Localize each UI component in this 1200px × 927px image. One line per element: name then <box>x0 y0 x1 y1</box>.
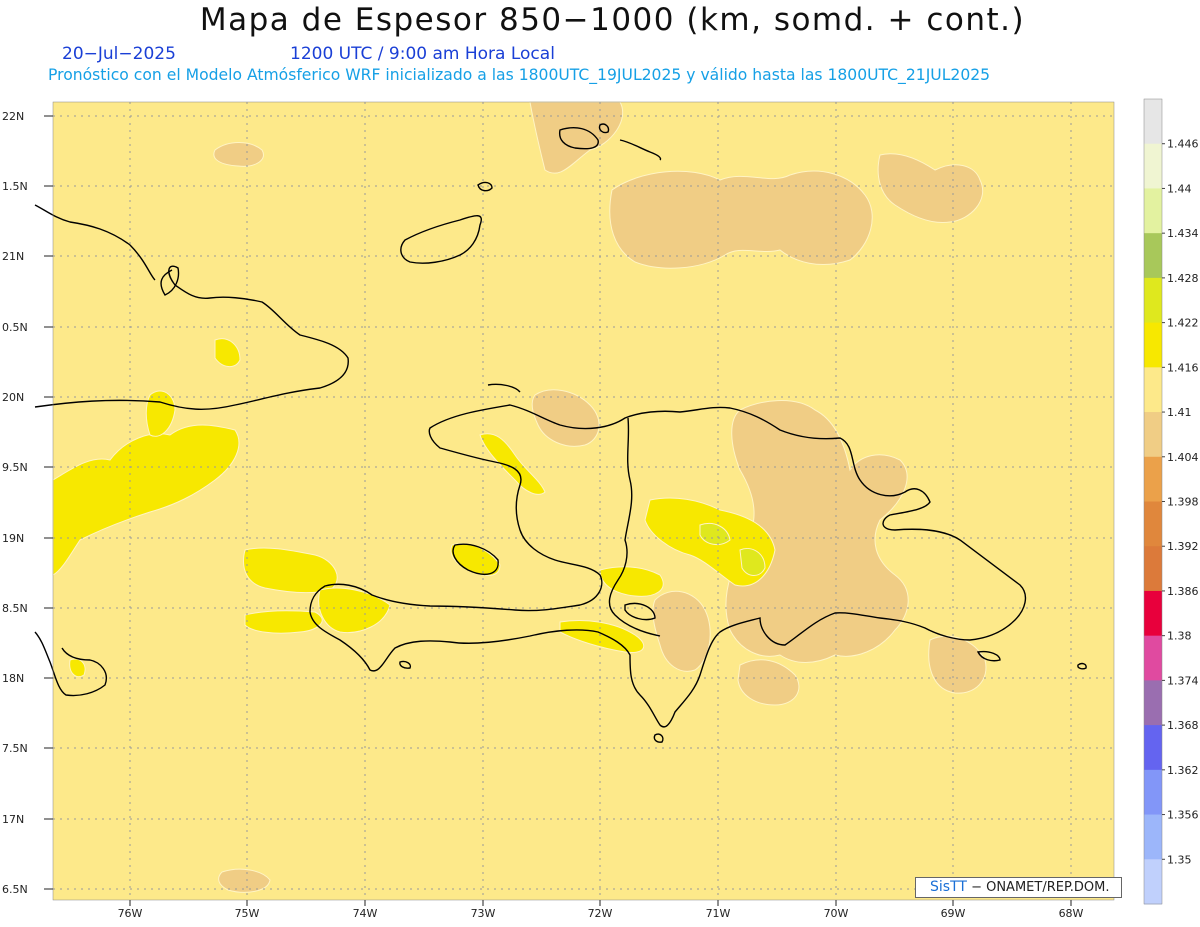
colorbar-label: 1.398 <box>1167 496 1199 509</box>
lat-label-21-5n: 1.5N <box>2 180 28 193</box>
credit-box: SisTT − ONAMET/REP.DOM. <box>915 877 1122 898</box>
colorbar-swatch <box>1144 277 1162 324</box>
colorbar-swatch <box>1144 546 1162 592</box>
lat-label-18n: 18N <box>2 672 24 685</box>
lat-label-19n: 19N <box>2 532 24 545</box>
lon-label-69w: 69W <box>941 907 966 920</box>
colorbar-label: 1.434 <box>1167 227 1199 240</box>
credit-text: − ONAMET/REP.DOM. <box>971 880 1110 895</box>
colorbar-label: 1.386 <box>1167 585 1199 598</box>
colorbar-label: 1.356 <box>1167 809 1199 822</box>
thickness-map: 22N 1.5N 21N 0.5N 20N 9.5N 19N 8.5N 18N … <box>2 98 1199 920</box>
colorbar-swatch <box>1144 143 1162 189</box>
lon-label-75w: 75W <box>235 907 260 920</box>
lon-label-70w: 70W <box>824 907 849 920</box>
colorbar: 1.446 1.44 1.434 1.428 1.422 1.416 1.41 1.404 1.… <box>1143 98 1199 905</box>
colorbar-swatch <box>1144 188 1162 234</box>
colorbar-swatch <box>1144 859 1162 905</box>
colorbar-label: 1.428 <box>1167 272 1199 285</box>
colorbar-label: 1.374 <box>1167 674 1199 687</box>
lat-label-16-5n: 6.5N <box>2 883 28 896</box>
colorbar-label: 1.362 <box>1167 764 1199 777</box>
colorbar-swatch <box>1144 635 1162 681</box>
colorbar-label: 1.392 <box>1167 540 1199 553</box>
lat-label-20-5n: 0.5N <box>2 321 28 334</box>
lon-label-73w: 73W <box>471 907 496 920</box>
colorbar-swatch <box>1144 814 1162 860</box>
colorbar-swatch <box>1144 233 1162 279</box>
colorbar-swatch <box>1144 99 1162 145</box>
lat-label-22n: 22N <box>2 110 24 123</box>
lat-label-19-5n: 9.5N <box>2 461 28 474</box>
sispi-logo: SisTT <box>930 879 967 895</box>
colorbar-label: 1.44 <box>1167 182 1192 195</box>
colorbar-label: 1.422 <box>1167 317 1199 330</box>
colorbar-label: 1.41 <box>1167 406 1192 419</box>
lat-label-17n: 17N <box>2 813 24 826</box>
lon-ticks <box>129 900 1072 906</box>
latitude-labels: 22N 1.5N 21N 0.5N 20N 9.5N 19N 8.5N 18N … <box>2 110 28 896</box>
colorbar-swatch <box>1144 412 1162 458</box>
colorbar-swatch <box>1144 501 1162 547</box>
colorbar-swatch <box>1144 680 1162 726</box>
colorbar-swatch <box>1144 322 1162 368</box>
lon-label-71w: 71W <box>706 907 731 920</box>
lon-label-72w: 72W <box>588 907 613 920</box>
lon-label-76w: 76W <box>118 907 143 920</box>
longitude-labels: 76W 75W 74W 73W 72W 71W 70W 69W 68W <box>118 907 1084 920</box>
colorbar-label: 1.416 <box>1167 361 1199 374</box>
colorbar-swatch <box>1144 456 1162 502</box>
lat-label-20n: 20N <box>2 391 24 404</box>
lat-ticks <box>44 115 53 890</box>
lon-label-74w: 74W <box>353 907 378 920</box>
colorbar-swatch <box>1144 590 1162 637</box>
colorbar-label: 1.368 <box>1167 719 1199 732</box>
lat-label-18-5n: 8.5N <box>2 602 28 615</box>
low-thickness-nw-patch <box>213 142 264 167</box>
colorbar-swatch <box>1144 367 1162 413</box>
colorbar-swatch <box>1144 769 1162 816</box>
colorbar-label: 1.38 <box>1167 630 1192 643</box>
lat-label-21n: 21N <box>2 250 24 263</box>
colorbar-label: 1.404 <box>1167 451 1199 464</box>
lat-label-17-5n: 7.5N <box>2 742 28 755</box>
colorbar-label: 1.35 <box>1167 853 1192 866</box>
colorbar-label: 1.446 <box>1167 138 1199 151</box>
colorbar-swatch <box>1144 725 1162 771</box>
lon-label-68w: 68W <box>1059 907 1084 920</box>
